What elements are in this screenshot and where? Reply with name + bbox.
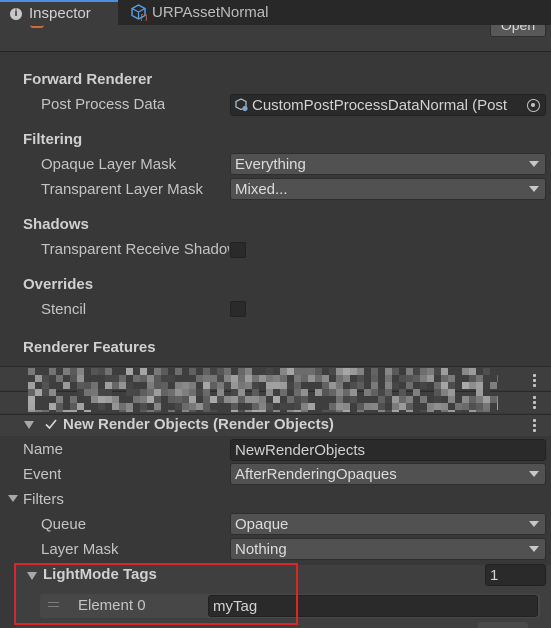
post-process-field[interactable]: CustomPostProcessDataNormal (Post <box>230 94 546 116</box>
chevron-down-icon <box>529 471 539 477</box>
filters-label[interactable]: Filters <box>23 491 64 508</box>
opaque-layer-mask-dropdown[interactable]: Everything <box>230 153 546 175</box>
pixelated-redaction <box>28 368 498 412</box>
opaque-layer-mask-value: Everything <box>235 155 306 173</box>
list-add-remove-footer[interactable] <box>478 622 528 628</box>
post-process-label: Post Process Data <box>41 96 166 113</box>
transparent-layer-mask-dropdown[interactable]: Mixed... <box>230 178 546 200</box>
layer-mask-label: Layer Mask <box>41 541 119 558</box>
render-objects-title: New Render Objects (Render Objects) <box>63 416 334 433</box>
post-process-value: CustomPostProcessDataNormal (Post <box>252 96 508 114</box>
chevron-down-icon <box>529 161 539 167</box>
layer-mask-dropdown[interactable]: Nothing <box>230 538 546 560</box>
foldout-expanded-icon[interactable] <box>24 421 34 429</box>
post-process-asset-icon <box>235 98 249 112</box>
event-label: Event <box>23 466 62 483</box>
name-input[interactable]: NewRenderObjects <box>230 439 546 461</box>
chevron-down-icon <box>529 521 539 527</box>
layer-mask-value: Nothing <box>235 540 287 558</box>
tab-inspector-label: Inspector <box>29 5 91 22</box>
svg-text:{}: {} <box>139 13 147 21</box>
overrides-header: Overrides <box>23 276 94 293</box>
tab-urp-asset-label: URPAssetNormal <box>152 4 269 21</box>
feature-menu-icon[interactable] <box>533 374 537 389</box>
open-button[interactable]: Open <box>490 25 546 37</box>
name-value: NewRenderObjects <box>235 441 366 459</box>
opaque-layer-mask-label: Opaque Layer Mask <box>41 156 177 173</box>
queue-dropdown[interactable]: Opaque <box>230 513 546 535</box>
chevron-down-icon <box>529 186 539 192</box>
stencil-checkbox[interactable] <box>230 301 246 317</box>
queue-label: Queue <box>41 516 87 533</box>
urp-asset-icon: {} <box>130 4 149 22</box>
transparent-layer-mask-label: Transparent Layer Mask <box>41 181 204 198</box>
object-picker-icon[interactable] <box>527 99 540 112</box>
lightmode-count-value: 1 <box>490 566 499 584</box>
highlight-box <box>14 563 298 625</box>
lightmode-count-input[interactable]: 1 <box>485 564 546 586</box>
event-value: AfterRenderingOpaques <box>235 465 397 483</box>
name-label: Name <box>23 441 64 458</box>
asset-header-strip <box>0 25 551 52</box>
shadows-header: Shadows <box>23 216 89 233</box>
transparent-receive-shadows-checkbox[interactable] <box>230 242 246 258</box>
filters-foldout-icon[interactable] <box>8 495 18 502</box>
feature-menu-icon[interactable] <box>533 396 537 411</box>
queue-value: Opaque <box>235 515 289 533</box>
transparent-layer-mask-value: Mixed... <box>235 180 288 198</box>
forward-renderer-header: Forward Renderer <box>23 71 153 88</box>
tab-urp-asset[interactable]: {} URPAssetNormal <box>122 0 297 25</box>
tab-inspector[interactable]: i Inspector <box>0 0 118 25</box>
renderer-features-header: Renderer Features <box>23 339 156 356</box>
info-icon: i <box>10 7 22 20</box>
filtering-header: Filtering <box>23 131 83 148</box>
transparent-receive-shadows-label: Transparent Receive Shadows <box>41 241 229 258</box>
chevron-down-icon <box>529 546 539 552</box>
orange-glyph <box>30 25 44 28</box>
event-dropdown[interactable]: AfterRenderingOpaques <box>230 463 546 485</box>
feature-menu-icon[interactable] <box>533 419 537 434</box>
stencil-label: Stencil <box>41 301 87 318</box>
feature-enabled-checkbox[interactable] <box>43 416 59 432</box>
